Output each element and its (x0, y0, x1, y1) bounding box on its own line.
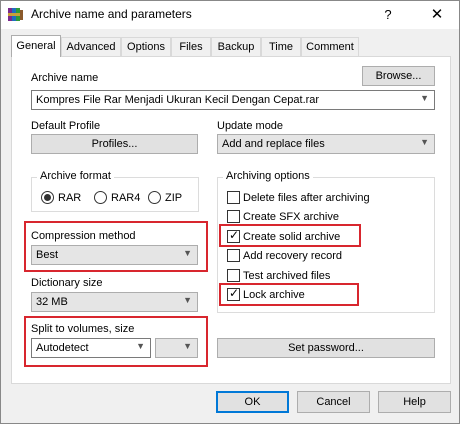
archive-dialog: Archive name and parameters ? ✕ General … (0, 0, 460, 424)
chevron-down-icon: ▼ (420, 137, 429, 147)
archive-name-field[interactable]: Kompres File Rar Menjadi Ukuran Kecil De… (31, 90, 435, 110)
zip-radio[interactable] (148, 191, 161, 204)
checkmark-icon: ✓ (229, 286, 240, 300)
test-archived-label[interactable]: Test archived files (243, 270, 330, 282)
dictionary-size-label: Dictionary size (31, 277, 103, 289)
split-volumes-size-input[interactable]: Autodetect ▼ (31, 338, 151, 358)
chevron-down-icon[interactable]: ▼ (136, 341, 145, 351)
archiving-options-label: Archiving options (223, 170, 313, 182)
profiles-button[interactable]: Profiles... (31, 134, 198, 154)
delete-files-checkbox[interactable] (227, 191, 240, 204)
archive-name-label: Archive name (31, 72, 99, 84)
tab-options[interactable]: Options (121, 37, 171, 56)
delete-files-label[interactable]: Delete files after archiving (243, 192, 370, 204)
tab-time[interactable]: Time (261, 37, 301, 56)
split-volumes-value: Autodetect (36, 342, 89, 354)
default-profile-label: Default Profile (31, 120, 101, 132)
update-mode-value: Add and replace files (222, 138, 325, 150)
close-button[interactable]: ✕ (415, 1, 459, 29)
chevron-down-icon: ▼ (183, 248, 192, 258)
tab-general[interactable]: General (11, 35, 61, 57)
rar4-radio[interactable] (94, 191, 107, 204)
checkmark-icon: ✓ (229, 228, 240, 242)
tab-advanced[interactable]: Advanced (61, 37, 121, 56)
general-tab-panel: Archive name Browse... Kompres File Rar … (11, 56, 451, 384)
browse-button[interactable]: Browse... (362, 66, 435, 86)
zip-radio-label[interactable]: ZIP (165, 192, 182, 204)
update-mode-select[interactable]: Add and replace files ▼ (217, 134, 435, 154)
archive-name-value: Kompres File Rar Menjadi Ukuran Kecil De… (36, 94, 320, 106)
split-volumes-label: Split to volumes, size (31, 323, 135, 335)
update-mode-label: Update mode (217, 120, 284, 132)
add-recovery-label[interactable]: Add recovery record (243, 250, 342, 262)
compression-method-select[interactable]: Best ▼ (31, 245, 198, 265)
rar4-radio-label[interactable]: RAR4 (111, 192, 140, 204)
create-sfx-checkbox[interactable] (227, 210, 240, 223)
dictionary-size-select[interactable]: 32 MB ▼ (31, 292, 198, 312)
compression-method-value: Best (36, 249, 59, 261)
tab-comment[interactable]: Comment (301, 37, 359, 56)
chevron-down-icon: ▼ (183, 295, 192, 305)
tab-files[interactable]: Files (171, 37, 211, 56)
radio-selected-dot (44, 194, 51, 201)
create-solid-checkbox[interactable]: ✓ (227, 228, 240, 243)
cancel-button[interactable]: Cancel (297, 391, 370, 413)
add-recovery-checkbox[interactable] (227, 249, 240, 262)
lock-archive-label[interactable]: Lock archive (243, 289, 305, 301)
tab-backup[interactable]: Backup (211, 37, 261, 56)
split-volumes-unit-select[interactable]: ▼ (155, 338, 198, 358)
window-title: Archive name and parameters (31, 7, 192, 21)
title-bar[interactable]: Archive name and parameters ? ✕ (1, 1, 459, 29)
help-title-button[interactable]: ? (371, 1, 405, 29)
rar-radio[interactable] (41, 191, 54, 204)
create-sfx-label[interactable]: Create SFX archive (243, 211, 339, 223)
chevron-down-icon[interactable]: ▼ (420, 93, 429, 103)
rar-radio-label[interactable]: RAR (58, 192, 81, 204)
dictionary-size-value: 32 MB (36, 296, 68, 308)
test-archived-checkbox[interactable] (227, 269, 240, 282)
archive-format-label: Archive format (37, 170, 114, 182)
compression-method-label: Compression method (31, 230, 136, 242)
chevron-down-icon: ▼ (183, 341, 192, 351)
winrar-books-icon (8, 8, 23, 21)
create-solid-label[interactable]: Create solid archive (243, 231, 340, 243)
set-password-button[interactable]: Set password... (217, 338, 435, 358)
lock-archive-checkbox[interactable]: ✓ (227, 286, 240, 301)
ok-button[interactable]: OK (216, 391, 289, 413)
help-button[interactable]: Help (378, 391, 451, 413)
